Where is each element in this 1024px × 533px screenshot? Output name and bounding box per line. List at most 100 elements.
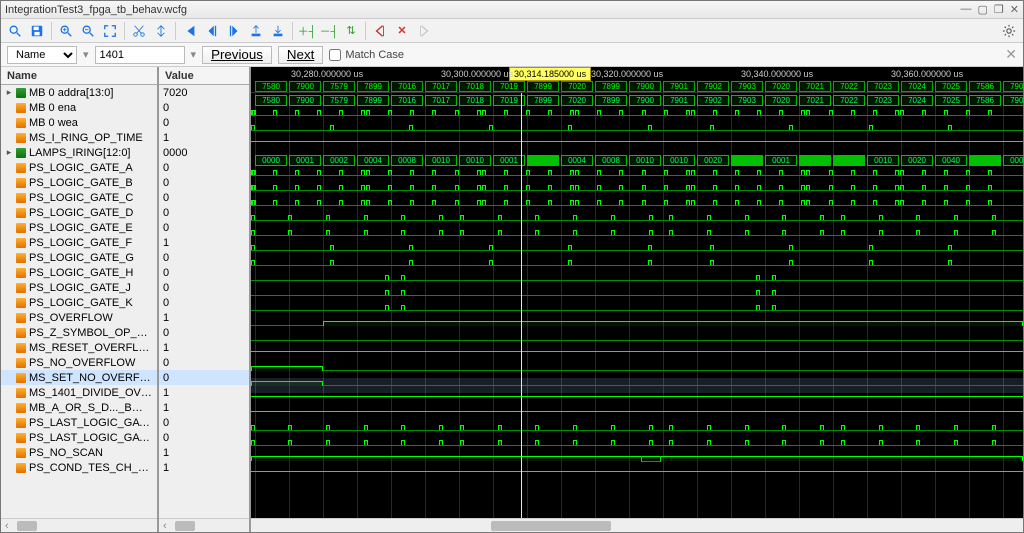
signal-value-cell[interactable]: 0 — [159, 205, 249, 220]
waveform-row[interactable] — [251, 318, 1023, 333]
signal-name-row[interactable]: PS_COND_TES_CH_OP_CODE — [1, 460, 157, 475]
prev-marker-icon[interactable] — [370, 21, 390, 41]
signal-name-row[interactable]: PS_LAST_LOGIC_GATE_2 — [1, 430, 157, 445]
signal-name-row[interactable]: MB 0 wea — [1, 115, 157, 130]
waveform-row[interactable] — [251, 363, 1023, 378]
waveform-row[interactable] — [251, 378, 1023, 393]
signal-name-row[interactable]: PS_LOGIC_GATE_D — [1, 205, 157, 220]
signal-value-cell[interactable]: 1 — [159, 385, 249, 400]
waveform-canvas[interactable]: 7580790075797899701670177018701978997020… — [251, 93, 1023, 518]
signal-name-row[interactable]: PS_OVERFLOW — [1, 310, 157, 325]
waveform-row[interactable] — [251, 438, 1023, 453]
signal-value-cell[interactable]: 0 — [159, 160, 249, 175]
signal-value-cell[interactable]: 0 — [159, 175, 249, 190]
waveform-row[interactable] — [251, 303, 1023, 318]
prev-edge-icon[interactable] — [202, 21, 222, 41]
signal-name-row[interactable]: PS_Z_SYMBOL_OP_MODIFIER — [1, 325, 157, 340]
waveform-row[interactable] — [251, 288, 1023, 303]
signal-value-cell[interactable]: 1 — [159, 130, 249, 145]
signal-name-row[interactable]: PS_LOGIC_GATE_J — [1, 280, 157, 295]
restore-icon[interactable]: ❐ — [994, 3, 1004, 16]
waveform-row[interactable] — [251, 408, 1023, 423]
waveform-row[interactable] — [251, 243, 1023, 258]
match-case-checkbox[interactable]: Match Case — [329, 49, 404, 61]
delete-icon[interactable]: ✕ — [392, 21, 412, 41]
signal-value-cell[interactable]: 0 — [159, 430, 249, 445]
signal-value-cell[interactable]: 0 — [159, 115, 249, 130]
signal-value-cell[interactable]: 0 — [159, 220, 249, 235]
waveform-row[interactable]: 00000001000200040008001000100001..000400… — [251, 153, 1023, 168]
remove-marker-icon[interactable] — [268, 21, 288, 41]
search-icon[interactable] — [5, 21, 25, 41]
signal-name-row[interactable]: MS_RESET_OVERFLOW — [1, 340, 157, 355]
add-signal-icon[interactable]: ＋┤ — [297, 21, 317, 41]
signal-value-cell[interactable]: 0 — [159, 370, 249, 385]
waveform-row[interactable] — [251, 453, 1023, 468]
time-ruler[interactable]: 30,314.185000 us 30,280.000000 us30,300.… — [251, 67, 1023, 93]
signal-name-row[interactable]: PS_NO_SCAN — [1, 445, 157, 460]
waveform-row[interactable] — [251, 168, 1023, 183]
findbar-close-icon[interactable]: ✕ — [1005, 46, 1017, 63]
signal-name-row[interactable]: MS_1401_DIVIDE_OVERFLOW — [1, 385, 157, 400]
signal-name-row[interactable]: PS_LOGIC_GATE_G — [1, 250, 157, 265]
signal-name-row[interactable]: PS_LOGIC_GATE_B — [1, 175, 157, 190]
signal-name-row[interactable]: PS_NO_OVERFLOW — [1, 355, 157, 370]
waveform-row[interactable] — [251, 108, 1023, 123]
signal-name-row[interactable]: MB 0 ena — [1, 100, 157, 115]
waveform-row[interactable] — [251, 123, 1023, 138]
save-icon[interactable] — [27, 21, 47, 41]
waveform-row[interactable] — [251, 213, 1023, 228]
signal-name-row[interactable]: MS_I_RING_OP_TIME — [1, 130, 157, 145]
signal-name-row[interactable]: ▸MB 0 addra[13:0] — [1, 85, 157, 100]
remove-signal-icon[interactable]: －┤ — [319, 21, 339, 41]
cursor-line[interactable] — [521, 93, 522, 518]
add-marker-icon[interactable] — [246, 21, 266, 41]
signal-value-cell[interactable]: 0 — [159, 295, 249, 310]
waveform-row[interactable] — [251, 348, 1023, 363]
waveform-row[interactable] — [251, 258, 1023, 273]
signal-name-row[interactable]: PS_LOGIC_GATE_H — [1, 265, 157, 280]
settings-icon[interactable] — [999, 21, 1019, 41]
signal-value-cell[interactable]: 1 — [159, 235, 249, 250]
signal-value-cell[interactable]: 0 — [159, 280, 249, 295]
signal-value-cell[interactable]: 1 — [159, 340, 249, 355]
signal-value-cell[interactable]: 1 — [159, 445, 249, 460]
signal-name-row[interactable]: MS_SET_NO_OVERFLOW — [1, 370, 157, 385]
signal-value-cell[interactable]: 0 — [159, 325, 249, 340]
waveform-hscroll[interactable] — [251, 518, 1023, 532]
swap-icon[interactable]: ⇅ — [341, 21, 361, 41]
signal-value-cell[interactable]: 7020 — [159, 85, 249, 100]
signal-value-cell[interactable]: 1 — [159, 400, 249, 415]
waveform-row[interactable] — [251, 393, 1023, 408]
waveform-row[interactable] — [251, 183, 1023, 198]
signal-value-cell[interactable]: 0 — [159, 355, 249, 370]
find-next-button[interactable]: Next — [278, 46, 323, 64]
signal-value-cell[interactable]: 0000 — [159, 145, 249, 160]
values-hscroll[interactable]: ‹ — [159, 518, 249, 532]
maximize-icon[interactable]: ▢ — [978, 3, 988, 16]
signal-value-cell[interactable]: 1 — [159, 460, 249, 475]
names-hscroll[interactable]: ‹ — [1, 518, 157, 532]
signal-name-row[interactable]: MB_A_OR_S_D..._BW_DOT_RC — [1, 400, 157, 415]
signal-value-cell[interactable]: 0 — [159, 265, 249, 280]
signal-name-row[interactable]: PS_LOGIC_GATE_C — [1, 190, 157, 205]
zoom-out-icon[interactable] — [78, 21, 98, 41]
goto-start-icon[interactable] — [180, 21, 200, 41]
find-input[interactable] — [95, 46, 185, 64]
signal-name-row[interactable]: PS_LOGIC_GATE_K — [1, 295, 157, 310]
signal-name-row[interactable]: PS_LAST_LOGIC_GATE_1 — [1, 415, 157, 430]
cut-icon[interactable] — [129, 21, 149, 41]
signal-name-row[interactable]: PS_LOGIC_GATE_E — [1, 220, 157, 235]
waveform-row[interactable] — [251, 228, 1023, 243]
next-marker-icon[interactable] — [414, 21, 434, 41]
waveform-row[interactable] — [251, 138, 1023, 153]
waveform-row[interactable] — [251, 198, 1023, 213]
next-edge-icon[interactable] — [224, 21, 244, 41]
waveform-row[interactable] — [251, 333, 1023, 348]
waveform-row[interactable] — [251, 273, 1023, 288]
waveform-row[interactable] — [251, 468, 1023, 483]
waveform-row[interactable] — [251, 423, 1023, 438]
signal-value-cell[interactable]: 0 — [159, 190, 249, 205]
minimize-icon[interactable]: — — [961, 3, 972, 16]
waveform-row[interactable]: 7580790075797899701670177018701978997020… — [251, 93, 1023, 108]
